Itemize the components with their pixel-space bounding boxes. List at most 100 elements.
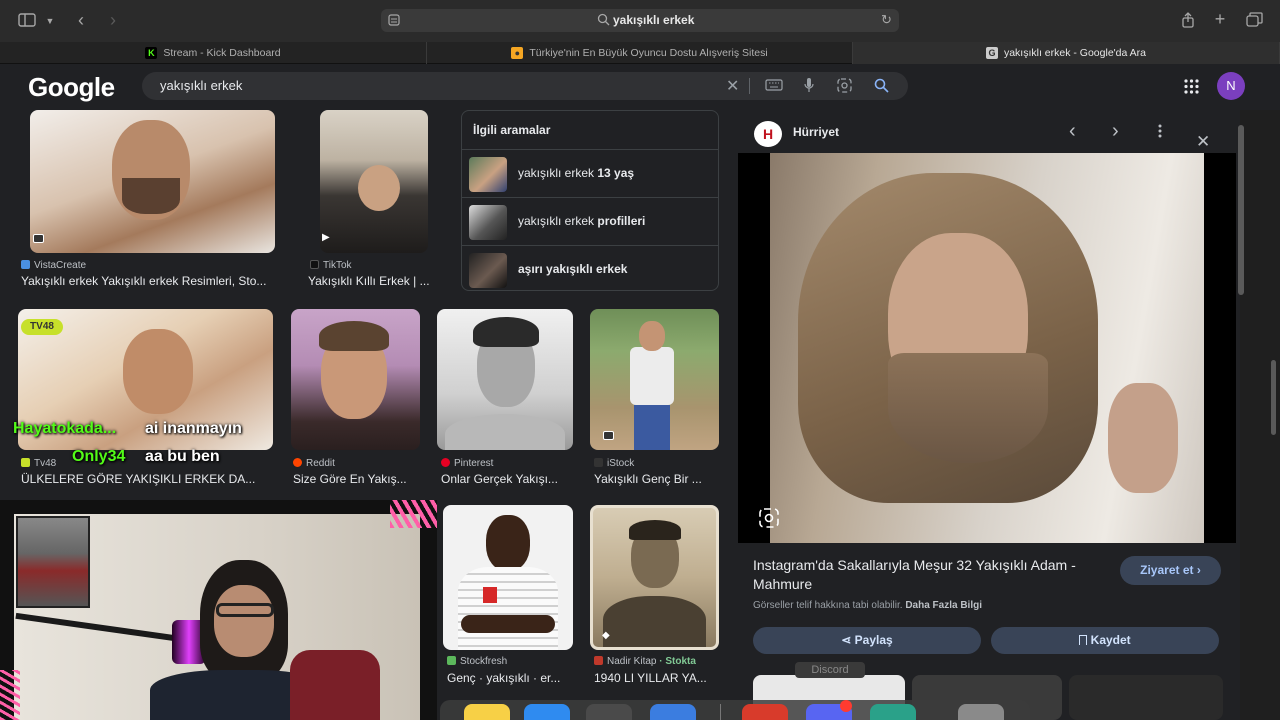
result-source[interactable]: Stockfresh [447, 656, 507, 667]
result-caption[interactable]: Yakışıklı erkek Yakışıklı erkek Resimler… [21, 274, 283, 288]
sidebar-toggle-icon[interactable] [17, 13, 37, 31]
result-caption[interactable]: 1940 LI YILLAR YA... [594, 671, 724, 685]
related-item[interactable]: yakışıklı erkek 13 yaş [462, 149, 718, 196]
copyright-notice: Görseller telif hakkına tabi olabilir. D… [753, 600, 982, 611]
chevron-down-icon[interactable]: ▼ [44, 13, 56, 29]
preview-title[interactable]: Instagram'da Sakallarıyla Meşur 32 Yakış… [753, 556, 1113, 594]
person-face [214, 585, 274, 657]
result-source[interactable]: Tv48 [21, 458, 56, 469]
result-caption[interactable]: Yakışıklı Genç Bir ... [594, 472, 724, 486]
search-icon[interactable] [874, 78, 889, 96]
result-source[interactable]: Pinterest [441, 458, 493, 469]
address-bar[interactable]: yakışıklı erkek ↻ [381, 9, 899, 32]
more-options-icon[interactable] [1157, 124, 1163, 143]
scrollbar-thumb[interactable] [1271, 360, 1276, 435]
chat-overlay-user-1: Hayatokada... [13, 420, 117, 437]
result-source[interactable]: VistaCreate [21, 260, 86, 271]
related-item[interactable]: aşırı yakışıklı erkek [462, 245, 718, 292]
google-search-box[interactable]: yakışıklı erkek ✕ [142, 72, 908, 100]
share-button[interactable]: ⋖ Paylaş [753, 627, 981, 654]
tv48-logo: TV48 [21, 319, 63, 335]
safari-app-icon[interactable] [586, 704, 632, 720]
back-icon[interactable]: ‹ [74, 11, 88, 29]
tiktok-icon [310, 260, 319, 269]
save-label: Kaydet [1090, 633, 1131, 647]
office-app-icon[interactable] [742, 704, 788, 720]
wall-poster [16, 516, 90, 608]
reload-icon[interactable]: ↻ [881, 12, 892, 28]
page-scrollbar[interactable] [1267, 110, 1280, 720]
clear-icon[interactable]: ✕ [726, 76, 739, 96]
legs-shape [634, 405, 670, 450]
pink-brush-accent [390, 500, 437, 528]
shopping-bag-icon: ● [511, 47, 524, 59]
apps-grid-icon[interactable] [1184, 79, 1199, 99]
result-image-5[interactable] [437, 309, 573, 450]
panel-scrollbar[interactable] [1238, 125, 1244, 295]
related-thumbnail [469, 253, 507, 288]
share-icon[interactable] [1180, 12, 1196, 32]
new-tab-icon[interactable]: + [1212, 10, 1228, 28]
lens-icon[interactable] [837, 78, 852, 96]
chatgpt-app-icon[interactable] [870, 704, 916, 720]
search-query[interactable]: yakışıklı erkek [160, 78, 242, 93]
related-thumbnail [469, 205, 507, 240]
shoulders-shape [445, 414, 565, 450]
more-image-3[interactable] [1069, 675, 1223, 720]
result-source[interactable]: Reddit [293, 458, 335, 469]
tab-google[interactable]: G yakışıklı erkek - Google'da Ara [853, 42, 1280, 64]
result-caption[interactable]: Genç · yakışıklı · er... [447, 671, 575, 685]
result-image-4[interactable] [291, 309, 420, 450]
result-caption[interactable]: ÜLKELERE GÖRE YAKIŞIKLI ERKEK DA... [21, 472, 283, 486]
result-source[interactable]: TikTok [310, 260, 352, 271]
chat-overlay-message-1: ai inanmayın [145, 420, 242, 437]
tab-label: Stream - Kick Dashboard [163, 47, 281, 59]
forward-icon[interactable]: › [106, 11, 120, 29]
source-name: Stockfresh [460, 656, 508, 667]
result-image-8[interactable]: ◆ [590, 505, 719, 650]
lens-search-icon[interactable] [758, 507, 780, 529]
tab-kick[interactable]: K Stream - Kick Dashboard [0, 42, 427, 64]
face-shape [486, 515, 530, 571]
result-caption[interactable]: Size Göre En Yakış... [293, 472, 429, 486]
notes-app-icon[interactable] [464, 704, 510, 720]
avatar[interactable]: N [1217, 72, 1245, 100]
tab-label: Türkiye'nin En Büyük Oyuncu Dostu Alışve… [529, 47, 768, 59]
result-image-6[interactable] [590, 309, 719, 450]
tab-overview-icon[interactable] [1245, 12, 1263, 31]
keyboard-icon[interactable] [765, 78, 783, 94]
site-logo[interactable]: H [754, 121, 782, 147]
trash-icon[interactable] [958, 704, 1004, 720]
visit-label: Ziyaret et [1140, 563, 1194, 577]
next-icon[interactable]: › [1112, 120, 1119, 143]
close-icon[interactable]: ✕ [1196, 132, 1210, 152]
search-icon [597, 13, 610, 31]
mail-app-icon[interactable] [650, 704, 696, 720]
learn-more-link[interactable]: Daha Fazla Bilgi [905, 600, 982, 611]
source-favicon [21, 260, 30, 269]
site-name[interactable]: Hürriyet [793, 125, 839, 139]
hair-shape [473, 317, 539, 347]
result-source[interactable]: Nadir Kitap · Stokta [594, 656, 696, 667]
result-image-2[interactable]: ▶ [320, 110, 428, 253]
result-caption[interactable]: Onlar Gerçek Yakışı... [441, 472, 581, 486]
preview-image[interactable] [738, 153, 1236, 543]
result-image-1[interactable] [30, 110, 275, 253]
google-logo[interactable]: Google [28, 72, 115, 103]
result-caption[interactable]: Yakışıklı Kıllı Erkek | ... [308, 274, 443, 288]
source-name: iStock [607, 458, 635, 469]
app-store-icon[interactable] [524, 704, 570, 720]
result-image-7[interactable] [443, 505, 573, 650]
hair-shape [319, 321, 389, 351]
body-shape [630, 347, 674, 405]
google-icon: G [985, 47, 998, 59]
result-source[interactable]: iStock [594, 458, 634, 469]
related-item[interactable]: yakışıklı erkek profilleri [462, 197, 718, 244]
tab-shop[interactable]: ● Türkiye'nin En Büyük Oyuncu Dostu Alış… [427, 42, 853, 64]
microphone-icon[interactable] [804, 78, 814, 96]
previous-icon[interactable]: ‹ [1069, 120, 1076, 143]
visit-button[interactable]: Ziyaret et › [1120, 556, 1221, 585]
save-button[interactable]: Kaydet [991, 627, 1219, 654]
page-menu-icon[interactable] [387, 13, 401, 32]
reddit-icon [293, 458, 302, 467]
